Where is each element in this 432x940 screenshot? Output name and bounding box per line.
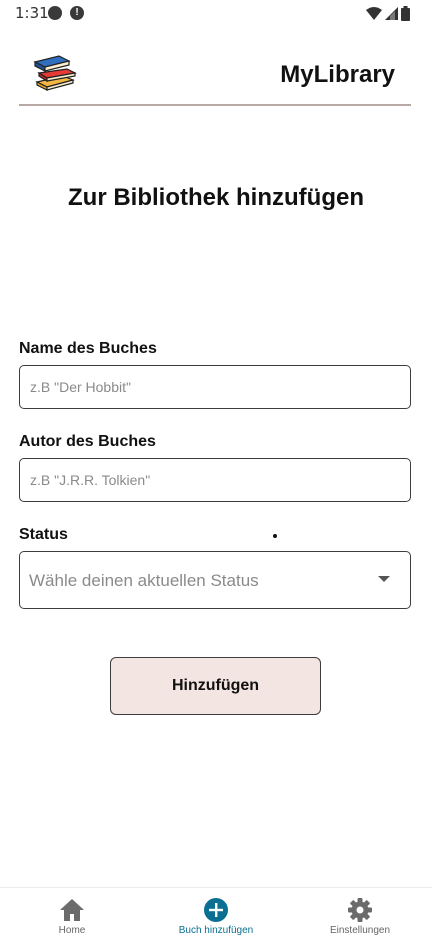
nav-item-home[interactable]: Home xyxy=(0,888,144,940)
status-select[interactable]: Wähle deinen aktuellen Status xyxy=(19,551,411,609)
nav-label-settings: Einstellungen xyxy=(329,925,391,936)
notification-dot-icon xyxy=(48,6,62,20)
battery-icon xyxy=(401,5,410,21)
signal-icon xyxy=(385,6,398,20)
gear-icon xyxy=(348,898,372,922)
nav-label-home: Home xyxy=(58,925,86,936)
book-author-input[interactable] xyxy=(19,458,411,502)
status-time: 1:31 xyxy=(15,4,49,22)
page-title: Zur Bibliothek hinzufügen xyxy=(68,184,364,211)
status-icons xyxy=(366,5,410,21)
status-bar: 1:31 ! xyxy=(0,0,432,26)
books-logo-icon xyxy=(33,55,77,91)
book-name-input[interactable] xyxy=(19,365,411,409)
add-circle-icon xyxy=(204,898,228,922)
status-select-placeholder: Wähle deinen aktuellen Status xyxy=(29,571,259,590)
add-book-button[interactable]: Hinzufügen xyxy=(110,657,321,715)
app-header: MyLibrary xyxy=(19,46,411,106)
nav-item-add-book[interactable]: Buch hinzufügen xyxy=(144,888,288,940)
home-icon xyxy=(60,899,84,921)
alert-icon: ! xyxy=(70,6,84,20)
decorative-dot xyxy=(273,534,277,538)
caret-down-icon xyxy=(378,576,390,582)
wifi-icon xyxy=(366,6,382,20)
book-author-label: Autor des Buches xyxy=(19,433,156,450)
bottom-navigation: Home Buch hinzufügen Einstellungen xyxy=(0,887,432,940)
nav-label-add-book: Buch hinzufügen xyxy=(178,925,254,936)
book-name-label: Name des Buches xyxy=(19,340,157,357)
app-title: MyLibrary xyxy=(280,61,395,88)
status-label: Status xyxy=(19,526,68,543)
nav-item-settings[interactable]: Einstellungen xyxy=(288,888,432,940)
